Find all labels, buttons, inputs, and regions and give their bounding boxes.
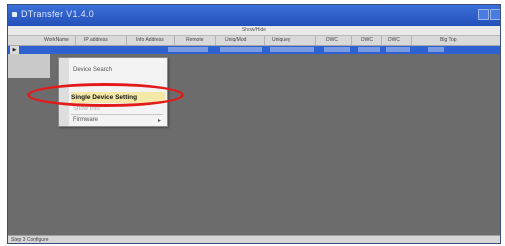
table-row[interactable] <box>8 54 50 78</box>
app-icon <box>12 12 17 17</box>
table-cell[interactable] <box>168 47 208 52</box>
column-separator[interactable] <box>174 36 175 45</box>
grid-header: WorkName IP address Info Address Remote … <box>8 36 500 46</box>
table-row-selected[interactable] <box>8 46 500 54</box>
menu-item-label: Single Device Setting <box>71 94 138 101</box>
column-separator[interactable] <box>126 36 127 45</box>
column-separator[interactable] <box>351 36 352 45</box>
table-cell[interactable] <box>386 47 410 52</box>
column-header[interactable]: Uniquey <box>272 37 290 43</box>
column-separator[interactable] <box>381 36 382 45</box>
menu-item-firmware[interactable]: Firmware ▸ <box>73 117 167 124</box>
menu-item-show-info[interactable]: Show Info <box>73 106 100 112</box>
minimize-button[interactable] <box>478 9 489 20</box>
menu-item-device-search[interactable]: Device Search <box>73 67 112 73</box>
status-text: Step 3 Configure <box>11 237 49 243</box>
title-bar: DTransfer V1.4.0 <box>8 5 500 26</box>
column-header[interactable]: DWC <box>361 37 373 43</box>
column-header[interactable]: WorkName <box>44 37 69 43</box>
column-header[interactable]: Uniq/Mod <box>225 37 246 43</box>
column-header[interactable]: Remote <box>186 37 204 43</box>
table-cell[interactable] <box>358 47 380 52</box>
table-cell[interactable] <box>270 47 314 52</box>
column-header[interactable]: Info Address <box>136 37 164 43</box>
column-header[interactable]: DWC <box>326 37 338 43</box>
column-header[interactable]: Big Top <box>440 37 457 43</box>
table-cell[interactable] <box>324 47 350 52</box>
context-menu: Device Search Single Device Setting Show… <box>58 57 168 127</box>
column-separator[interactable] <box>411 36 412 45</box>
column-separator[interactable] <box>264 36 265 45</box>
toolbar-strip-label[interactable]: Show/Hide <box>8 27 500 33</box>
column-header[interactable]: DWC <box>388 37 400 43</box>
menu-gutter <box>59 58 69 126</box>
menu-item-single-device-setting[interactable]: Single Device Setting <box>71 92 165 103</box>
menu-item-label: Firmware <box>73 117 98 123</box>
table-cell[interactable] <box>428 47 444 52</box>
status-bar: Step 3 Configure <box>8 235 500 243</box>
menu-separator <box>71 114 163 115</box>
chevron-right-icon: ▸ <box>157 118 161 124</box>
window-title: DTransfer V1.4.0 <box>21 9 94 19</box>
column-separator[interactable] <box>75 36 76 45</box>
close-button[interactable] <box>490 9 500 20</box>
app-window: DTransfer V1.4.0 Show/Hide WorkName IP a… <box>7 4 501 244</box>
column-separator[interactable] <box>215 36 216 45</box>
table-cell[interactable] <box>220 47 262 52</box>
toolbar-strip: Show/Hide <box>8 26 500 36</box>
column-header[interactable]: IP address <box>84 37 108 43</box>
row-marker-icon: ▶ <box>10 46 19 54</box>
column-separator[interactable] <box>315 36 316 45</box>
